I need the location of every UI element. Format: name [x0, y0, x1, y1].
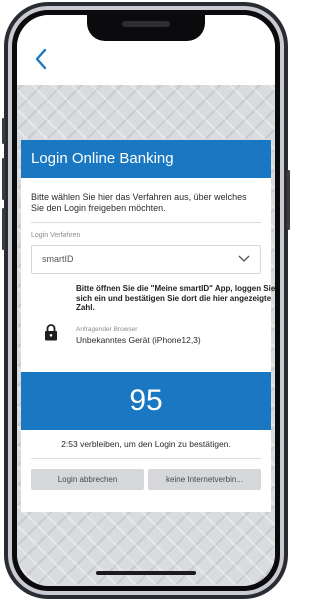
button-row: Login abbrechen keine Internetverbin...	[31, 469, 261, 490]
browser-value: Unbekanntes Gerät (iPhone12,3)	[76, 335, 201, 345]
browser-label: Anfragender Browser	[76, 326, 138, 333]
home-indicator[interactable]	[96, 571, 196, 575]
speaker	[122, 21, 170, 27]
volume-down-button	[2, 208, 5, 250]
method-label: Login Verfahren	[31, 232, 81, 239]
confirmation-code: 95	[21, 372, 271, 430]
method-value: smartID	[42, 254, 74, 264]
no-internet-button[interactable]: keine Internetverbin...	[148, 469, 261, 490]
notch	[87, 15, 205, 41]
back-button[interactable]	[29, 45, 53, 73]
divider	[31, 458, 261, 459]
power-button	[287, 170, 290, 230]
volume-up-button	[2, 158, 5, 200]
remaining-time: 2:53 verbleiben, um den Login zu bestäti…	[61, 439, 231, 449]
method-select[interactable]: smartID	[31, 245, 261, 274]
login-card: Login Online Banking Bitte wählen Sie hi…	[21, 140, 275, 512]
chevron-left-icon	[35, 48, 47, 70]
intro-text: Bitte wählen Sie hier das Verfahren aus,…	[31, 192, 247, 213]
phone-screen: Login Online Banking Bitte wählen Sie hi…	[17, 15, 275, 586]
smartid-info: Bitte öffnen Sie die "Meine smartID" App…	[31, 282, 275, 360]
chevron-down-icon	[238, 255, 250, 262]
divider	[31, 222, 261, 223]
card-title: Login Online Banking	[21, 140, 271, 178]
lock-icon	[45, 324, 57, 341]
cancel-login-button[interactable]: Login abbrechen	[31, 469, 144, 490]
mute-switch	[2, 118, 5, 144]
instruction-text: Bitte öffnen Sie die "Meine smartID" App…	[76, 284, 275, 312]
